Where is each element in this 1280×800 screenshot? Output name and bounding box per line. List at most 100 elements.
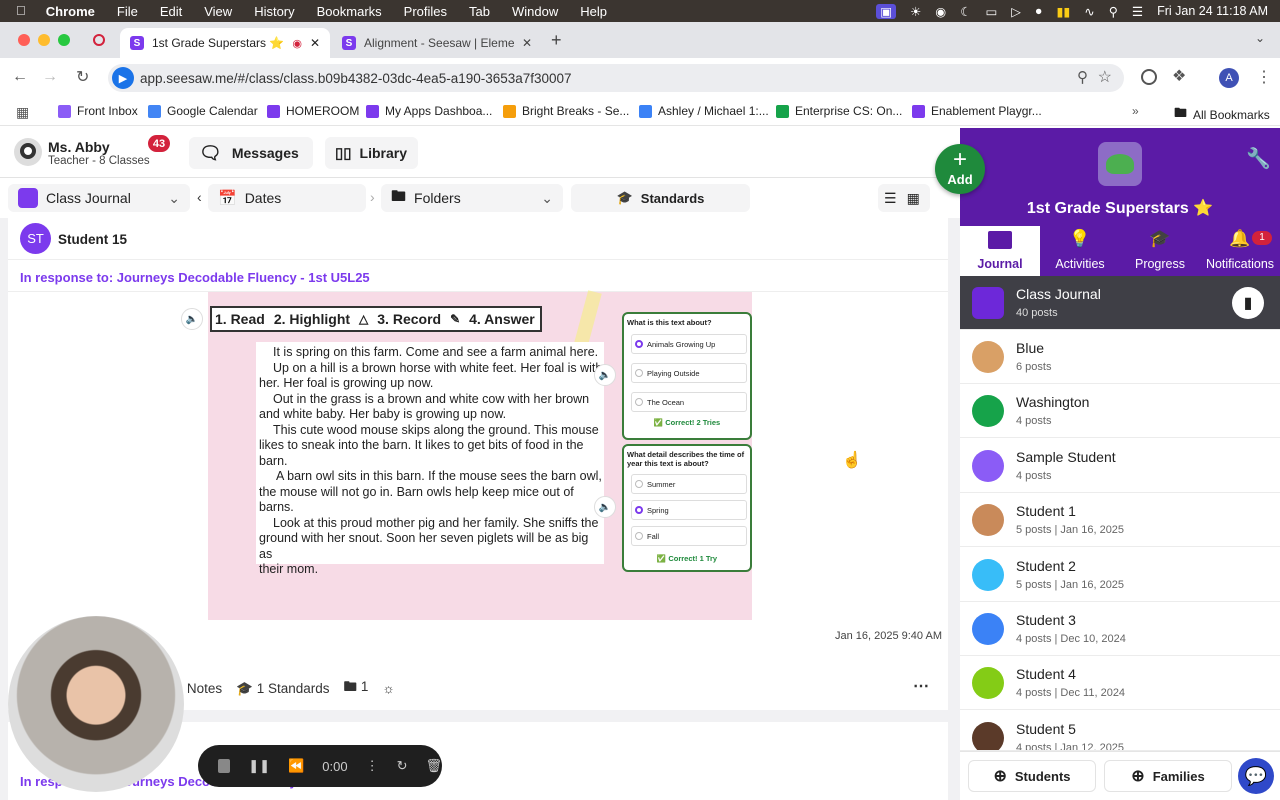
menu-history[interactable]: History [254,4,294,19]
window-minimize-icon[interactable] [38,34,50,46]
all-bookmarks[interactable]: 🖿 All Bookmarks [1174,104,1270,126]
bookmark-enterprise-cs[interactable]: Enterprise CS: On... [776,104,902,118]
menu-window[interactable]: Window [512,4,558,19]
teacher-avatar[interactable] [14,138,42,166]
screen-record-icon[interactable]: ▣ [876,3,897,19]
tab-journal[interactable]: Journal [960,226,1040,276]
apple-icon[interactable]:  [16,0,26,22]
chevron-left-icon[interactable]: ‹ [197,189,202,205]
play-icon[interactable]: ▷ [1011,4,1021,19]
chat-support-icon[interactable]: 💬 [1238,758,1274,794]
status-icon[interactable]: ◉ [935,4,946,19]
bookmark-bright-breaks[interactable]: Bright Breaks - Se... [503,104,629,118]
library-button[interactable]: ▯▯ Library [325,137,418,169]
list-item-student-4[interactable]: Student 4 4 posts | Dec 11, 2024 [960,656,1280,710]
student-avatar[interactable]: ST [20,223,51,254]
camera-site-icon[interactable]: ▶ [112,67,134,89]
add-button[interactable]: + Add [935,144,985,194]
folders-filter[interactable]: 🖿 Folders ⌄ [381,184,563,212]
answer-option[interactable]: The Ocean [631,392,747,412]
list-view-icon[interactable]: ☰ [884,190,897,207]
extension-icon[interactable] [1141,69,1157,85]
bookmark-my-apps[interactable]: My Apps Dashboa... [366,104,492,118]
new-tab-icon[interactable]: + [551,30,562,51]
students-button[interactable]: ⊕ Students [968,760,1096,792]
stop-icon[interactable] [218,759,231,773]
bookmark-homeroom[interactable]: HOMEROOM [267,104,359,118]
list-item-student-2[interactable]: Student 2 5 posts | Jan 16, 2025 [960,548,1280,602]
response-link[interactable]: In response to: Journeys Decodable Fluen… [20,270,370,285]
standards-filter[interactable]: 🎓 Standards [571,184,750,212]
wrench-settings-icon[interactable]: 🔧 [1246,146,1271,171]
spotlight-search-icon[interactable]: ⚲ [1109,4,1118,19]
back-icon[interactable]: ← [12,68,28,86]
bookmark-ashley-michael[interactable]: Ashley / Michael 1:... [639,104,769,118]
answer-option[interactable]: Spring [631,500,747,520]
puzzle-extensions-icon[interactable]: ❖ [1172,66,1186,86]
menu-help[interactable]: Help [580,4,607,19]
rewind-icon[interactable]: ⏪ [288,758,304,774]
bookmark-star-icon[interactable]: ☆ [1098,67,1112,87]
forward-icon[interactable]: → [42,68,58,86]
tab-notifications[interactable]: 🔔 1 Notifications [1200,226,1280,276]
list-item-student-1[interactable]: Student 1 5 posts | Jan 16, 2025 [960,493,1280,547]
moon-icon[interactable]: ☾ [960,4,971,19]
folder-icon[interactable]: ▮ [1232,287,1264,319]
webcam-bubble[interactable] [8,616,184,792]
pause-icon[interactable]: ❚❚ [248,758,270,774]
messages-button[interactable]: 🗨 Messages [189,137,313,169]
bookmarks-overflow-icon[interactable]: » [1132,104,1139,118]
tab-close-icon[interactable]: ✕ [522,36,532,50]
record-indicator-icon[interactable] [93,34,105,46]
calendar-view-icon[interactable]: ▦ [907,190,920,207]
answer-option[interactable]: Animals Growing Up [631,334,747,354]
trash-icon[interactable]: 🗑 [425,758,442,774]
audio-speaker-icon[interactable]: 🔈 [594,496,616,518]
list-item-student-3[interactable]: Student 3 4 posts | Dec 10, 2024 [960,602,1280,656]
reload-icon[interactable]: ↻ [76,67,89,87]
menu-app-name[interactable]: Chrome [46,4,95,19]
brightness-icon[interactable]: ☀ [910,4,921,19]
turtle-class-icon[interactable] [1098,142,1142,186]
menu-bookmarks[interactable]: Bookmarks [317,4,382,19]
menubar-clock[interactable]: Fri Jan 24 11:18 AM [1157,4,1268,18]
tab-close-icon[interactable]: ✕ [310,36,320,50]
student-name[interactable]: Student 15 [58,232,127,247]
chevron-right-icon[interactable]: › [370,189,375,205]
families-button[interactable]: ⊕ Families [1104,760,1232,792]
answer-option[interactable]: Summer [631,474,747,494]
battery-icon[interactable]: ▮▮ [1056,4,1070,19]
menu-file[interactable]: File [117,4,138,19]
activity-page[interactable]: 1. Read 2. Highlight △ 3. Record ✎ 4. An… [181,290,752,620]
zoom-icon[interactable]: ⚲ [1077,68,1088,86]
menu-tab[interactable]: Tab [469,4,490,19]
wifi-icon[interactable]: ∿ [1084,4,1094,19]
tab-alignment[interactable]: S Alignment - Seesaw | Elemen ✕ [332,28,542,58]
window-maximize-icon[interactable] [58,34,70,46]
tab-progress[interactable]: 🎓 Progress [1120,226,1200,276]
list-item-blue[interactable]: Blue 6 posts [960,330,1280,384]
apps-grid-icon[interactable]: ▦ [16,104,29,121]
window-close-icon[interactable] [18,34,30,46]
more-options-icon[interactable]: ⋯ [913,676,929,696]
folders-button[interactable]: 🖿 1 [344,677,369,700]
audio-speaker-icon[interactable]: 🔈 [594,364,616,386]
tab-activities[interactable]: 💡 Activities [1040,226,1120,276]
list-item-class-journal[interactable]: Class Journal 40 posts ▮ [960,276,1280,330]
tab-seesaw-class[interactable]: S 1st Grade Superstars ⭐ J ◉ ✕ [120,28,330,58]
dates-filter[interactable]: 📅 Dates [208,184,366,212]
share-icon[interactable]: ☼ [382,681,394,696]
grammarly-icon[interactable]: ● [1035,4,1043,18]
standards-button[interactable]: 🎓 1 Standards [236,681,329,697]
list-item-sample-student[interactable]: Sample Student 4 posts [960,439,1280,493]
menu-profiles[interactable]: Profiles [404,4,447,19]
display-icon[interactable]: ▭ [985,4,997,19]
bookmark-enablement[interactable]: Enablement Playgr... [912,104,1042,118]
teacher-name[interactable]: Ms. Abby [48,139,110,155]
chrome-menu-icon[interactable]: ⋮ [1256,67,1272,87]
list-item-washington[interactable]: Washington 4 posts [960,384,1280,438]
restart-icon[interactable]: ↻ [397,758,408,774]
grid-icon[interactable]: ⋮ [366,758,379,774]
bookmark-google-calendar[interactable]: Google Calendar [148,104,258,118]
address-bar[interactable]: ▶ app.seesaw.me/#/class/class.b09b4382-0… [108,64,1124,92]
